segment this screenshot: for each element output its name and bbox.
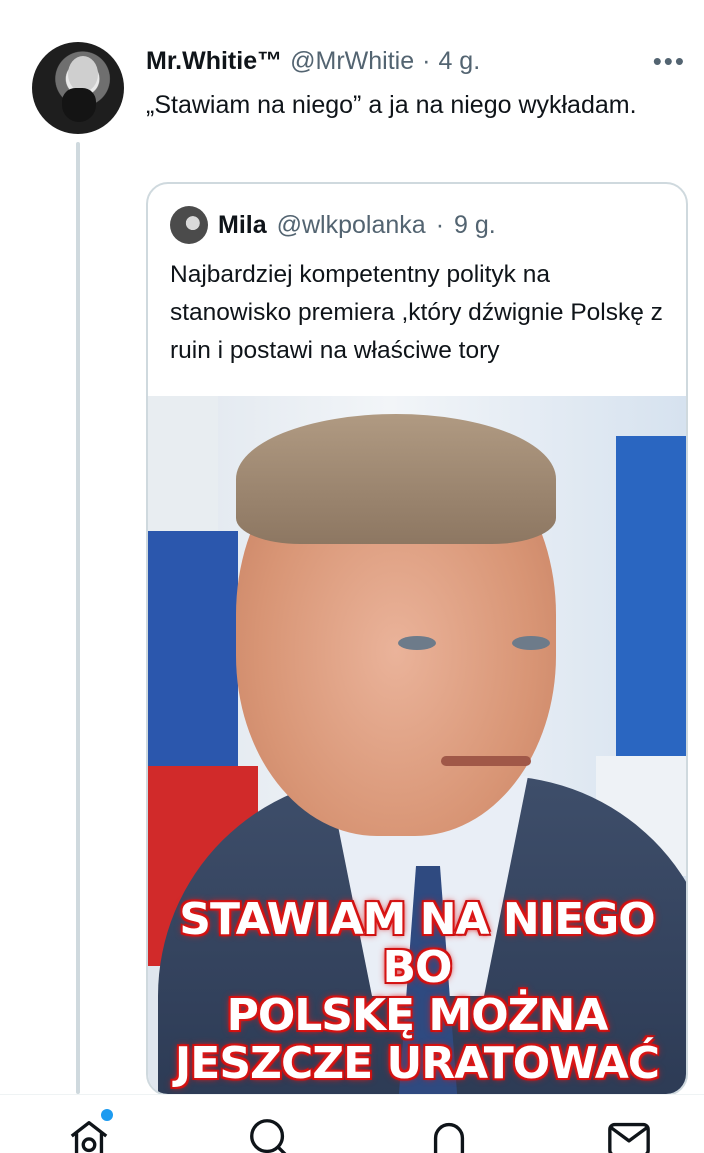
image-caption-line-2: POLSKĘ MOŻNA — [226, 990, 609, 1041]
avatar-head-shape — [68, 56, 98, 92]
author-handle[interactable]: @MrWhitie — [290, 44, 414, 78]
author-name[interactable]: Mr.Whitie™ — [146, 44, 282, 78]
quoted-author-handle: @wlkpolanka — [276, 210, 426, 239]
quoted-tweet-time: 9 g. — [454, 210, 496, 239]
header-separator: · — [422, 47, 431, 75]
quoted-tweet-image[interactable]: STAWIAM NA NIEGO BO POLSKĘ MOŻNA JESZCZE… — [148, 396, 686, 1094]
quoted-author-name: Mila — [218, 210, 267, 239]
notifications-icon[interactable] — [426, 1115, 474, 1153]
home-notification-dot — [101, 1109, 113, 1121]
flag-background-white — [148, 396, 218, 551]
person-eye-right — [512, 636, 550, 650]
person-hair — [236, 414, 556, 544]
tweet-text: „Stawiam na niego” a ja na niego wykłada… — [146, 91, 637, 119]
quoted-tweet[interactable]: Mila @wlkpolanka · 9 g. Najbardziej komp… — [146, 182, 688, 1096]
quoted-tweet-header: Mila @wlkpolanka · 9 g. — [170, 206, 496, 244]
bottom-navigation — [0, 1094, 704, 1153]
more-options-icon[interactable]: ••• — [653, 48, 686, 74]
thread-line — [76, 142, 80, 1094]
tweet-thread: Mr.Whitie™ @MrWhitie · 4 g. ••• „Stawiam… — [0, 0, 704, 1153]
image-caption-line-3: JESZCZE URATOWAĆ — [174, 1038, 660, 1089]
flag-background-blue-right — [616, 436, 686, 796]
image-caption: STAWIAM NA NIEGO BO POLSKĘ MOŻNA JESZCZE… — [148, 896, 686, 1088]
flag-background-blue — [148, 531, 238, 791]
tweet-header: Mr.Whitie™ @MrWhitie · 4 g. — [146, 44, 688, 78]
image-caption-line-1: STAWIAM NA NIEGO BO — [179, 894, 655, 993]
quoted-author-avatar[interactable] — [170, 206, 208, 244]
avatar-beard-shape — [62, 88, 96, 122]
person-mouth — [441, 756, 531, 766]
tweet-time[interactable]: 4 g. — [438, 44, 480, 78]
messages-icon[interactable] — [606, 1115, 654, 1153]
search-icon[interactable] — [246, 1115, 294, 1153]
author-avatar[interactable] — [32, 42, 124, 134]
quoted-tweet-text: Najbardziej kompetentny polityk na stano… — [170, 261, 663, 364]
quoted-header-separator: · — [435, 210, 445, 239]
person-eye-left — [398, 636, 436, 650]
